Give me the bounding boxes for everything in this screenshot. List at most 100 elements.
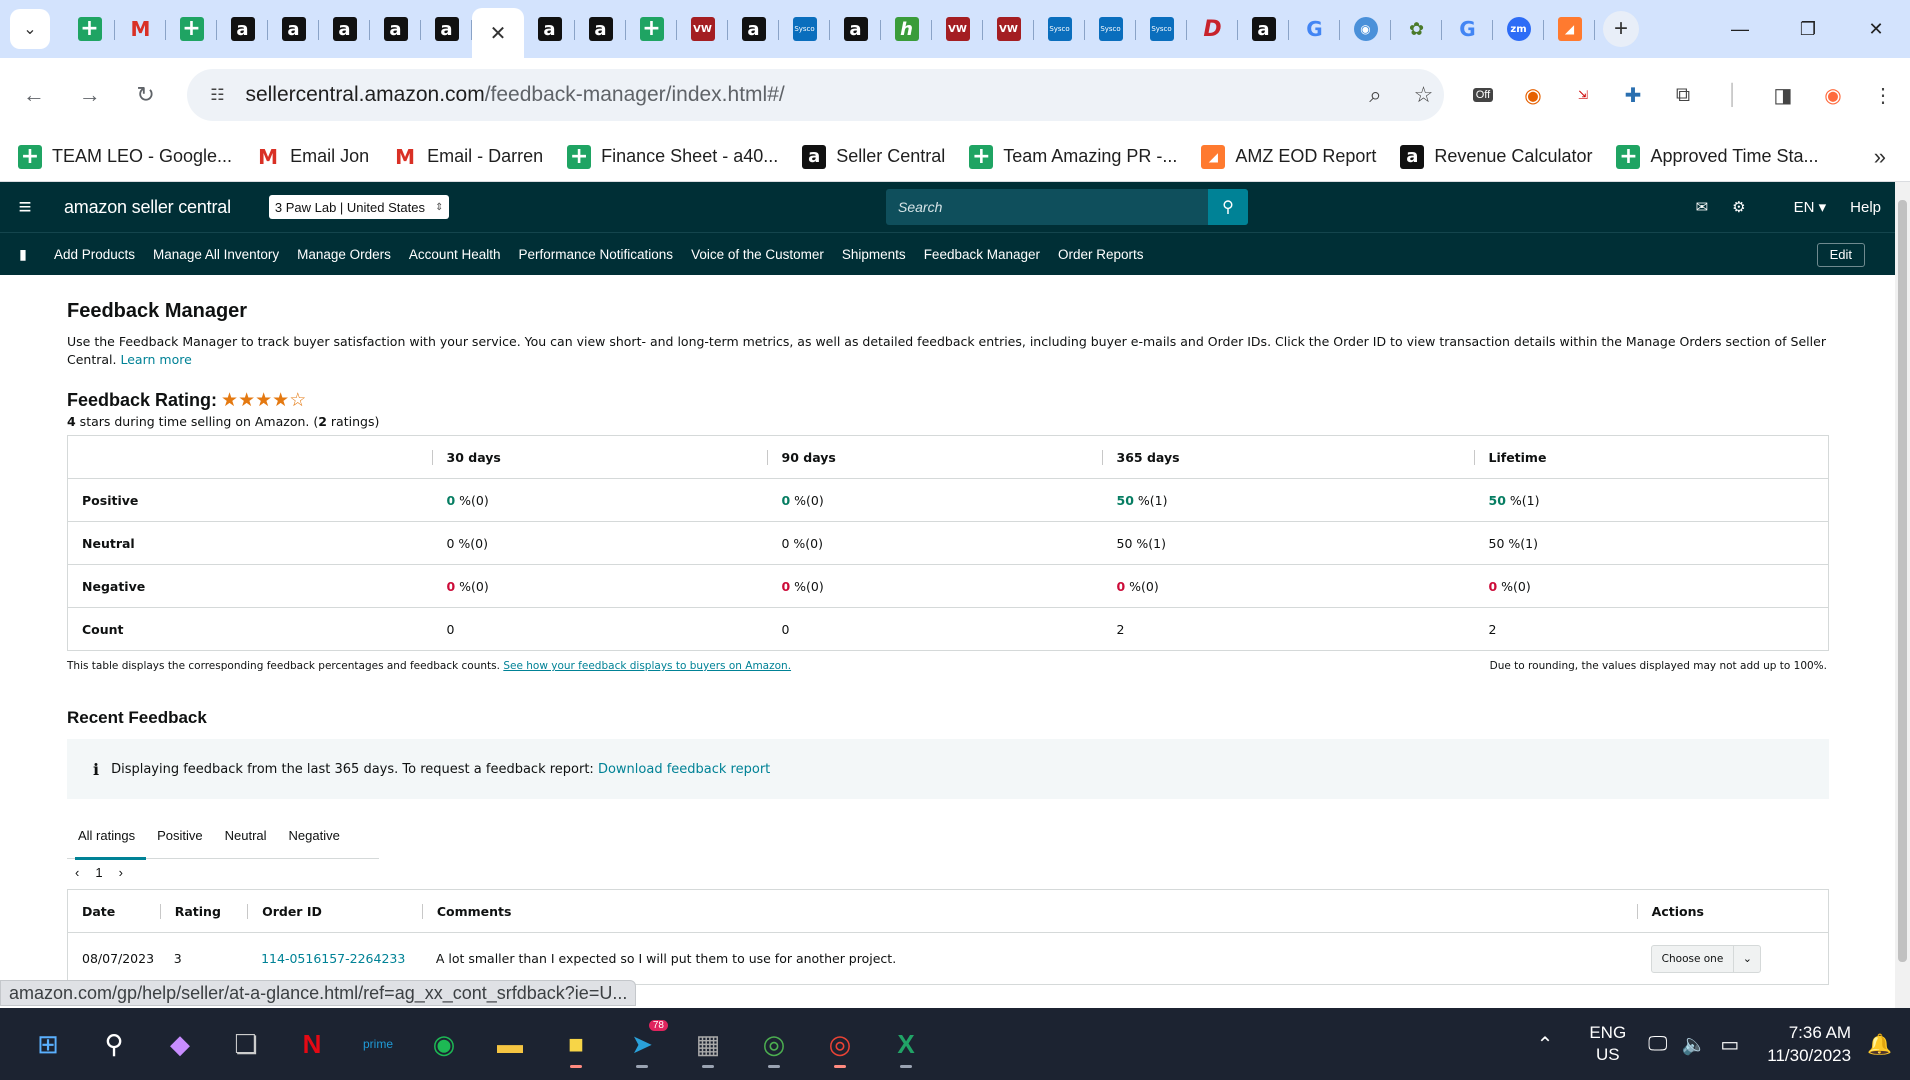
- scrollbar-thumb[interactable]: [1898, 200, 1907, 962]
- search-icon[interactable]: ⚲: [88, 1018, 140, 1070]
- tab-search-button[interactable]: ⌄: [10, 9, 50, 49]
- nav-link[interactable]: Add Products: [54, 247, 135, 262]
- address-bar[interactable]: ☷ sellercentral.amazon.com/feedback-mana…: [187, 69, 1444, 121]
- task-view-icon[interactable]: ❏: [220, 1018, 272, 1070]
- browser-tab[interactable]: G: [1442, 6, 1493, 52]
- input-language[interactable]: ENG US: [1589, 1022, 1626, 1066]
- page-scrollbar[interactable]: [1895, 182, 1910, 1008]
- profile-avatar-icon[interactable]: ◉: [1810, 72, 1856, 118]
- restore-button[interactable]: ❐: [1774, 0, 1842, 58]
- nav-link[interactable]: Manage All Inventory: [153, 247, 279, 262]
- browser-tab[interactable]: ◉: [1340, 6, 1391, 52]
- rating-tab[interactable]: Neutral: [214, 813, 278, 859]
- browser-tab[interactable]: a: [524, 6, 575, 52]
- volume-icon[interactable]: 🔈: [1681, 1032, 1706, 1057]
- battery-icon[interactable]: ▭: [1720, 1032, 1739, 1057]
- clock[interactable]: 7:36 AM 11/30/2023: [1767, 1021, 1851, 1067]
- browser-tab[interactable]: a: [830, 6, 881, 52]
- extension-off-button[interactable]: Off: [1460, 72, 1506, 118]
- nav-link[interactable]: Feedback Manager: [924, 247, 1040, 262]
- file-explorer-icon[interactable]: ▬: [484, 1018, 536, 1070]
- nav-link[interactable]: Performance Notifications: [518, 247, 673, 262]
- nav-link[interactable]: Account Health: [409, 247, 501, 262]
- windows-start-icon[interactable]: ⊞: [22, 1018, 74, 1070]
- browser-tab[interactable]: D: [1187, 6, 1238, 52]
- browser-tab[interactable]: a: [217, 6, 268, 52]
- bookmark-item[interactable]: + Finance Sheet - a40...: [567, 144, 778, 169]
- puzzle-extensions-icon[interactable]: ⧉: [1660, 72, 1706, 118]
- firefox-extension-icon[interactable]: ◉: [1510, 72, 1556, 118]
- menu-kebab-icon[interactable]: ⋮: [1860, 72, 1906, 118]
- close-icon[interactable]: ✕: [490, 21, 507, 46]
- chrome-profile-icon[interactable]: ◎: [814, 1018, 866, 1070]
- copilot-icon[interactable]: ◆: [154, 1018, 206, 1070]
- minimize-button[interactable]: —: [1706, 0, 1774, 58]
- browser-tab[interactable]: Sysco: [1136, 6, 1187, 52]
- browser-tab[interactable]: a: [575, 6, 626, 52]
- search-button[interactable]: ⚲: [1208, 189, 1248, 225]
- browser-tab[interactable]: a: [319, 6, 370, 52]
- browser-tab[interactable]: VW: [983, 6, 1034, 52]
- browser-tab[interactable]: h: [881, 6, 932, 52]
- active-tab[interactable]: ✕: [472, 8, 524, 58]
- reload-button[interactable]: ↻: [124, 73, 168, 117]
- rating-tab[interactable]: Negative: [278, 813, 351, 859]
- seller-central-logo[interactable]: amazon seller central: [64, 197, 231, 218]
- browser-tab[interactable]: a: [1238, 6, 1289, 52]
- zoom-icon[interactable]: ⌕: [1359, 79, 1391, 111]
- action-dropdown[interactable]: Choose one ⌄: [1650, 944, 1762, 973]
- browser-tab[interactable]: VW: [932, 6, 983, 52]
- bookmark-item[interactable]: M Email Jon: [256, 145, 369, 169]
- bookmarks-overflow-icon[interactable]: »: [1874, 144, 1886, 170]
- chevron-left-icon[interactable]: ‹: [75, 865, 79, 880]
- bookmark-item[interactable]: ◢ AMZ EOD Report: [1201, 144, 1376, 169]
- hamburger-menu-icon[interactable]: ≡: [0, 194, 50, 220]
- page-number[interactable]: 1: [95, 865, 102, 880]
- bookmark-item[interactable]: a Revenue Calculator: [1400, 144, 1592, 169]
- browser-tab[interactable]: Sysco: [1034, 6, 1085, 52]
- search-input[interactable]: Search: [898, 199, 1208, 215]
- back-button[interactable]: ←: [12, 73, 56, 117]
- download-report-link[interactable]: Download feedback report: [598, 762, 770, 777]
- url-text[interactable]: sellercentral.amazon.com/feedback-manage…: [245, 83, 784, 107]
- telegram-icon[interactable]: ➤ 78: [616, 1018, 668, 1070]
- gear-icon[interactable]: ⚙: [1732, 198, 1745, 216]
- bookmark-item[interactable]: + Team Amazing PR -...: [969, 144, 1177, 169]
- help-link[interactable]: Help: [1850, 199, 1881, 216]
- chevron-right-icon[interactable]: ›: [119, 865, 123, 880]
- mail-icon[interactable]: ✉: [1696, 198, 1709, 216]
- bookmark-star-icon[interactable]: ☆: [1407, 79, 1439, 111]
- browser-tab[interactable]: G: [1289, 6, 1340, 52]
- browser-tab[interactable]: Sysco: [779, 6, 830, 52]
- network-icon[interactable]: 🖵: [1648, 1033, 1667, 1056]
- browser-tab[interactable]: zm: [1493, 6, 1544, 52]
- nav-link[interactable]: Manage Orders: [297, 247, 391, 262]
- store-selector[interactable]: 3 Paw Lab | United States ⇕: [268, 195, 450, 219]
- learn-more-link[interactable]: Learn more: [120, 352, 191, 367]
- seller-search[interactable]: Search ⚲: [886, 189, 1248, 225]
- browser-tab[interactable]: +: [64, 6, 115, 52]
- browser-tab[interactable]: Sysco: [1085, 6, 1136, 52]
- browser-tab[interactable]: a: [728, 6, 779, 52]
- language-selector[interactable]: EN ▾: [1770, 198, 1827, 216]
- chrome-icon[interactable]: ◎: [748, 1018, 800, 1070]
- sticky-notes-icon[interactable]: ■: [550, 1018, 602, 1070]
- notification-bell-icon[interactable]: 🔔: [1867, 1032, 1892, 1057]
- site-info-button[interactable]: ☷: [199, 77, 235, 113]
- browser-tab[interactable]: +: [626, 6, 677, 52]
- order-id-link[interactable]: 114-0516157-2264233: [247, 932, 422, 985]
- nav-link[interactable]: Shipments: [842, 247, 906, 262]
- new-tab-button[interactable]: +: [1603, 11, 1639, 47]
- browser-tab[interactable]: a: [421, 6, 472, 52]
- browser-tab[interactable]: VW: [677, 6, 728, 52]
- bookmark-icon[interactable]: ▮: [0, 246, 46, 263]
- edit-nav-button[interactable]: Edit: [1816, 243, 1865, 267]
- bookmark-item[interactable]: + Approved Time Sta...: [1616, 144, 1819, 169]
- excel-icon[interactable]: X: [880, 1018, 932, 1070]
- nav-link[interactable]: Voice of the Customer: [691, 247, 824, 262]
- login-extension-icon[interactable]: ⇲: [1560, 72, 1606, 118]
- rating-tab[interactable]: Positive: [146, 813, 214, 859]
- shield-extension-icon[interactable]: ✚: [1610, 72, 1656, 118]
- forward-button[interactable]: →: [68, 73, 112, 117]
- browser-tab[interactable]: a: [268, 6, 319, 52]
